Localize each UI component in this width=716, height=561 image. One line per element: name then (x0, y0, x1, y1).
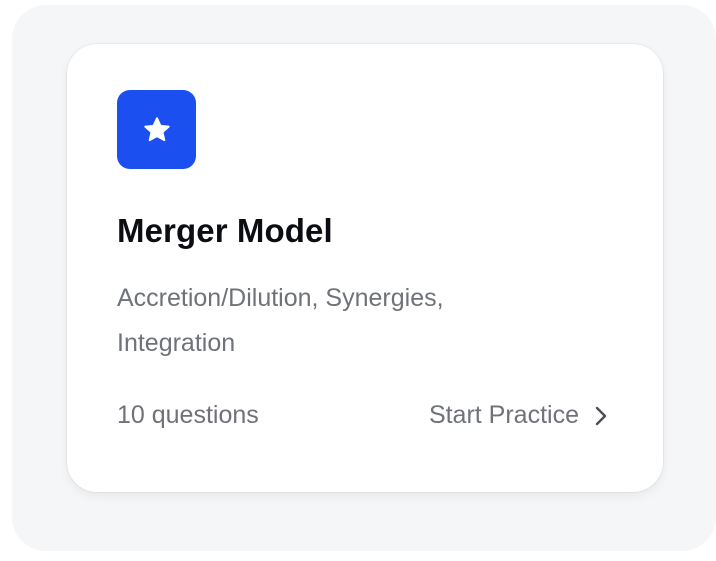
star-icon (142, 115, 172, 145)
start-practice-label: Start Practice (428, 401, 579, 429)
topic-icon-tile (117, 90, 196, 169)
topic-card-merger-model[interactable]: Merger Model Accretion/Dilution, Synergi… (67, 44, 663, 492)
question-count: 10 questions (117, 401, 259, 429)
topic-title: Merger Model (117, 212, 333, 249)
start-practice-button[interactable]: Start Practice (429, 401, 607, 430)
topic-description: Accretion/Dilution, Synergies, Integrati… (117, 284, 444, 357)
chevron-right-icon (595, 406, 607, 426)
